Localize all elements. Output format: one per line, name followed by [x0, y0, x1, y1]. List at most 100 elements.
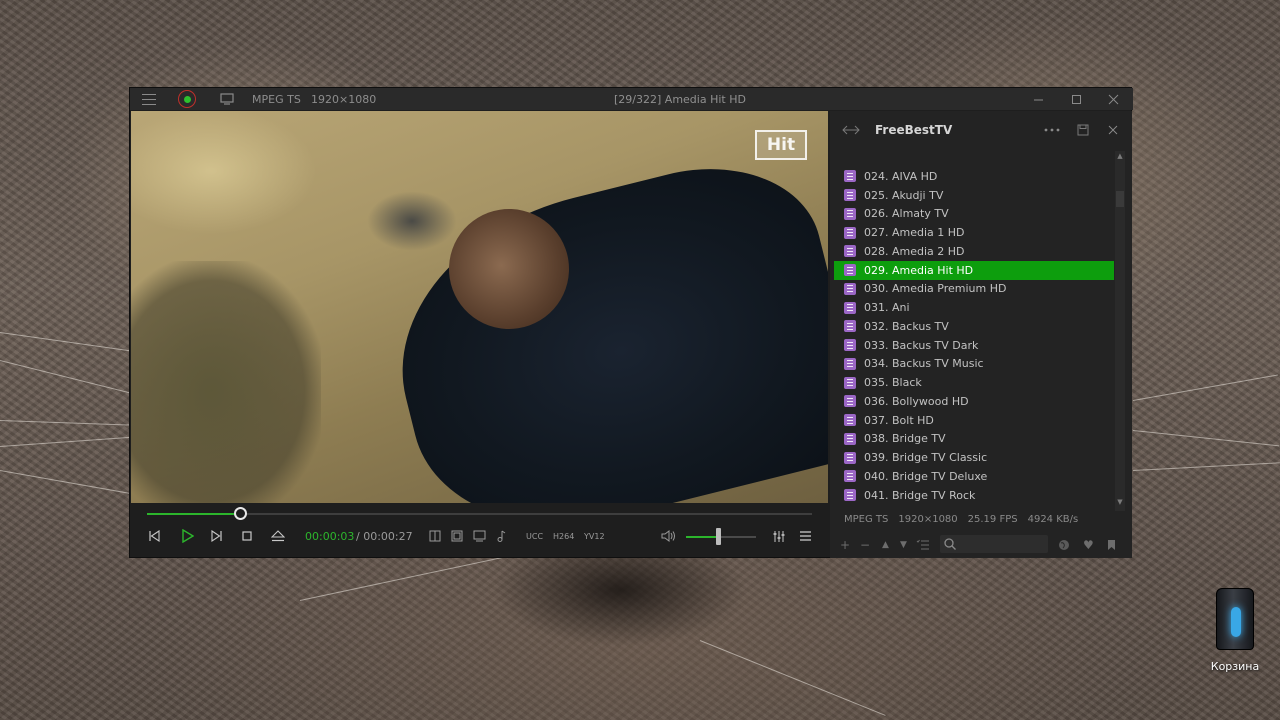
playlist-title: FreeBestTV [875, 122, 953, 137]
skip-previous-icon[interactable] [146, 526, 162, 546]
playlist-item[interactable]: 032. Backus TV [834, 317, 1114, 336]
scroll-up-icon[interactable]: ▲ [1115, 151, 1125, 161]
playlist-item-label: 032. Backus TV [864, 319, 949, 333]
playlist-item-label: 024. AIVA HD [864, 169, 938, 183]
recycle-bin-icon [1216, 588, 1254, 650]
playlist-item[interactable]: 024. AIVA HD [834, 167, 1114, 186]
current-time: 00:00:03 [305, 529, 355, 543]
search-input[interactable] [960, 538, 1040, 550]
recycle-bin-shortcut[interactable]: Корзина [1205, 588, 1265, 678]
record-icon[interactable] [178, 90, 196, 108]
window-title: [29/322] Amedia Hit HD [614, 92, 746, 106]
close-button[interactable] [1098, 88, 1128, 110]
playlist-item[interactable]: 038. Bridge TV [834, 430, 1114, 449]
playlist-item-label: 030. Amedia Premium HD [864, 282, 1007, 296]
playlist-item-label: 029. Amedia Hit HD [864, 263, 974, 277]
bookmark-icon[interactable] [1107, 531, 1116, 558]
seek-handle[interactable] [234, 507, 248, 520]
playlist-item-label: 034. Backus TV Music [864, 357, 984, 371]
playlist-file-icon [844, 489, 856, 502]
playlist-item-label: 035. Black [864, 376, 922, 390]
playlist-item[interactable]: 027. Amedia 1 HD [834, 223, 1114, 242]
stream-status-bar: MPEG TS 1920×1080 25.19 FPS 4924 KB/s [830, 509, 1132, 529]
playlist-icon[interactable] [797, 526, 813, 546]
title-bar[interactable]: MPEG TS 1920×1080 [29/322] Amedia Hit HD [130, 88, 1133, 110]
playlist-search[interactable] [940, 535, 1048, 553]
eject-icon[interactable] [270, 526, 286, 546]
sort-icon[interactable] [916, 531, 930, 558]
remove-icon[interactable]: − [860, 531, 870, 558]
move-down-icon[interactable]: ▼ [900, 531, 907, 558]
playlist-item[interactable]: 033. Backus TV Dark [834, 336, 1114, 355]
playlist-file-icon [844, 207, 856, 220]
nav-arrows-icon[interactable] [842, 111, 860, 148]
playlist-list[interactable]: 024. AIVA HD 025. Akudji TV 026. Almaty TV… [834, 167, 1114, 507]
playlist-item-label: 038. Bridge TV [864, 432, 946, 446]
playlist-item[interactable]: 026. Almaty TV [834, 205, 1114, 224]
add-icon[interactable]: + [840, 531, 850, 558]
playlist-item[interactable]: 031. Ani [834, 298, 1114, 317]
speaker-icon[interactable] [659, 526, 677, 546]
playlist-item-label: 040. Bridge TV Deluxe [864, 469, 988, 483]
monitor-icon[interactable] [220, 88, 234, 110]
playlist-item-active[interactable]: 029. Amedia Hit HD [834, 260, 1114, 280]
playlist-file-icon [844, 339, 856, 352]
minimize-button[interactable] [1023, 88, 1053, 110]
status-resolution: 1920×1080 [898, 513, 958, 525]
subtitles-icon[interactable] [472, 526, 486, 546]
playlist-item-label: 041. Bridge TV Rock [864, 488, 976, 502]
playlist-file-icon [844, 245, 856, 258]
skip-next-icon[interactable] [209, 526, 225, 546]
playlist-item[interactable]: 039. Bridge TV Classic [834, 448, 1114, 467]
stream-format: MPEG TS [252, 92, 301, 106]
video-area[interactable]: Hit [131, 111, 828, 503]
hamburger-icon[interactable] [142, 88, 156, 110]
playlist-file-icon [844, 414, 856, 427]
equalizer-icon[interactable] [771, 526, 787, 546]
playlist-panel: FreeBestTV 024. AIVA HD 025. Akudji TV 026… [830, 111, 1132, 558]
total-time: / 00:00:27 [356, 529, 413, 543]
playlist-item[interactable]: 035. Black [834, 373, 1114, 392]
playlist-item[interactable]: 025. Akudji TV [834, 186, 1114, 205]
stop-icon[interactable] [240, 526, 254, 546]
playlist-item-label: 025. Akudji TV [864, 188, 944, 202]
close-playlist-icon[interactable] [1108, 111, 1118, 148]
search-icon [944, 538, 956, 550]
playlist-item[interactable]: 030. Amedia Premium HD [834, 280, 1114, 299]
scroll-down-icon[interactable]: ▼ [1115, 497, 1125, 507]
playlist-file-icon [844, 282, 856, 295]
status-format: MPEG TS [844, 513, 889, 525]
media-player-window: MPEG TS 1920×1080 [29/322] Amedia Hit HD… [129, 87, 1133, 558]
playlist-file-icon [844, 301, 856, 314]
playlist-item-label: 031. Ani [864, 301, 910, 315]
playlist-file-icon [844, 376, 856, 389]
playlist-file-icon [844, 264, 856, 277]
channel-logo: Hit [755, 130, 807, 160]
globe-icon[interactable] [1058, 531, 1070, 558]
playlist-item[interactable]: 041. Bridge TV Rock [834, 486, 1114, 505]
playlist-file-icon [844, 320, 856, 333]
more-options-icon[interactable] [1044, 111, 1060, 148]
audio-track-icon[interactable] [494, 526, 508, 546]
maximize-button[interactable] [1061, 88, 1091, 110]
recycle-bin-label: Корзина [1210, 660, 1260, 673]
favorite-icon[interactable]: ♥ [1083, 531, 1094, 558]
volume-handle[interactable] [715, 528, 721, 545]
playlist-file-icon [844, 226, 856, 239]
playlist-item[interactable]: 036. Bollywood HD [834, 392, 1114, 411]
play-icon[interactable] [178, 526, 196, 546]
playlist-item[interactable]: 034. Backus TV Music [834, 355, 1114, 374]
playlist-item-label: 037. Bolt HD [864, 413, 934, 427]
seek-progress [147, 513, 241, 515]
playlist-item[interactable]: 028. Amedia 2 HD [834, 242, 1114, 261]
move-up-icon[interactable]: ▲ [882, 531, 889, 558]
playlist-item[interactable]: 037. Bolt HD [834, 411, 1114, 430]
volume-level [686, 536, 718, 538]
scroll-thumb[interactable] [1116, 191, 1124, 207]
playlist-item[interactable]: 040. Bridge TV Deluxe [834, 467, 1114, 486]
codec-badge: UCC [526, 531, 544, 541]
aspect-ratio-icon[interactable] [450, 526, 464, 546]
save-icon[interactable] [1077, 111, 1089, 148]
playlist-item-label: 039. Bridge TV Classic [864, 451, 988, 465]
chapters-icon[interactable] [428, 526, 442, 546]
